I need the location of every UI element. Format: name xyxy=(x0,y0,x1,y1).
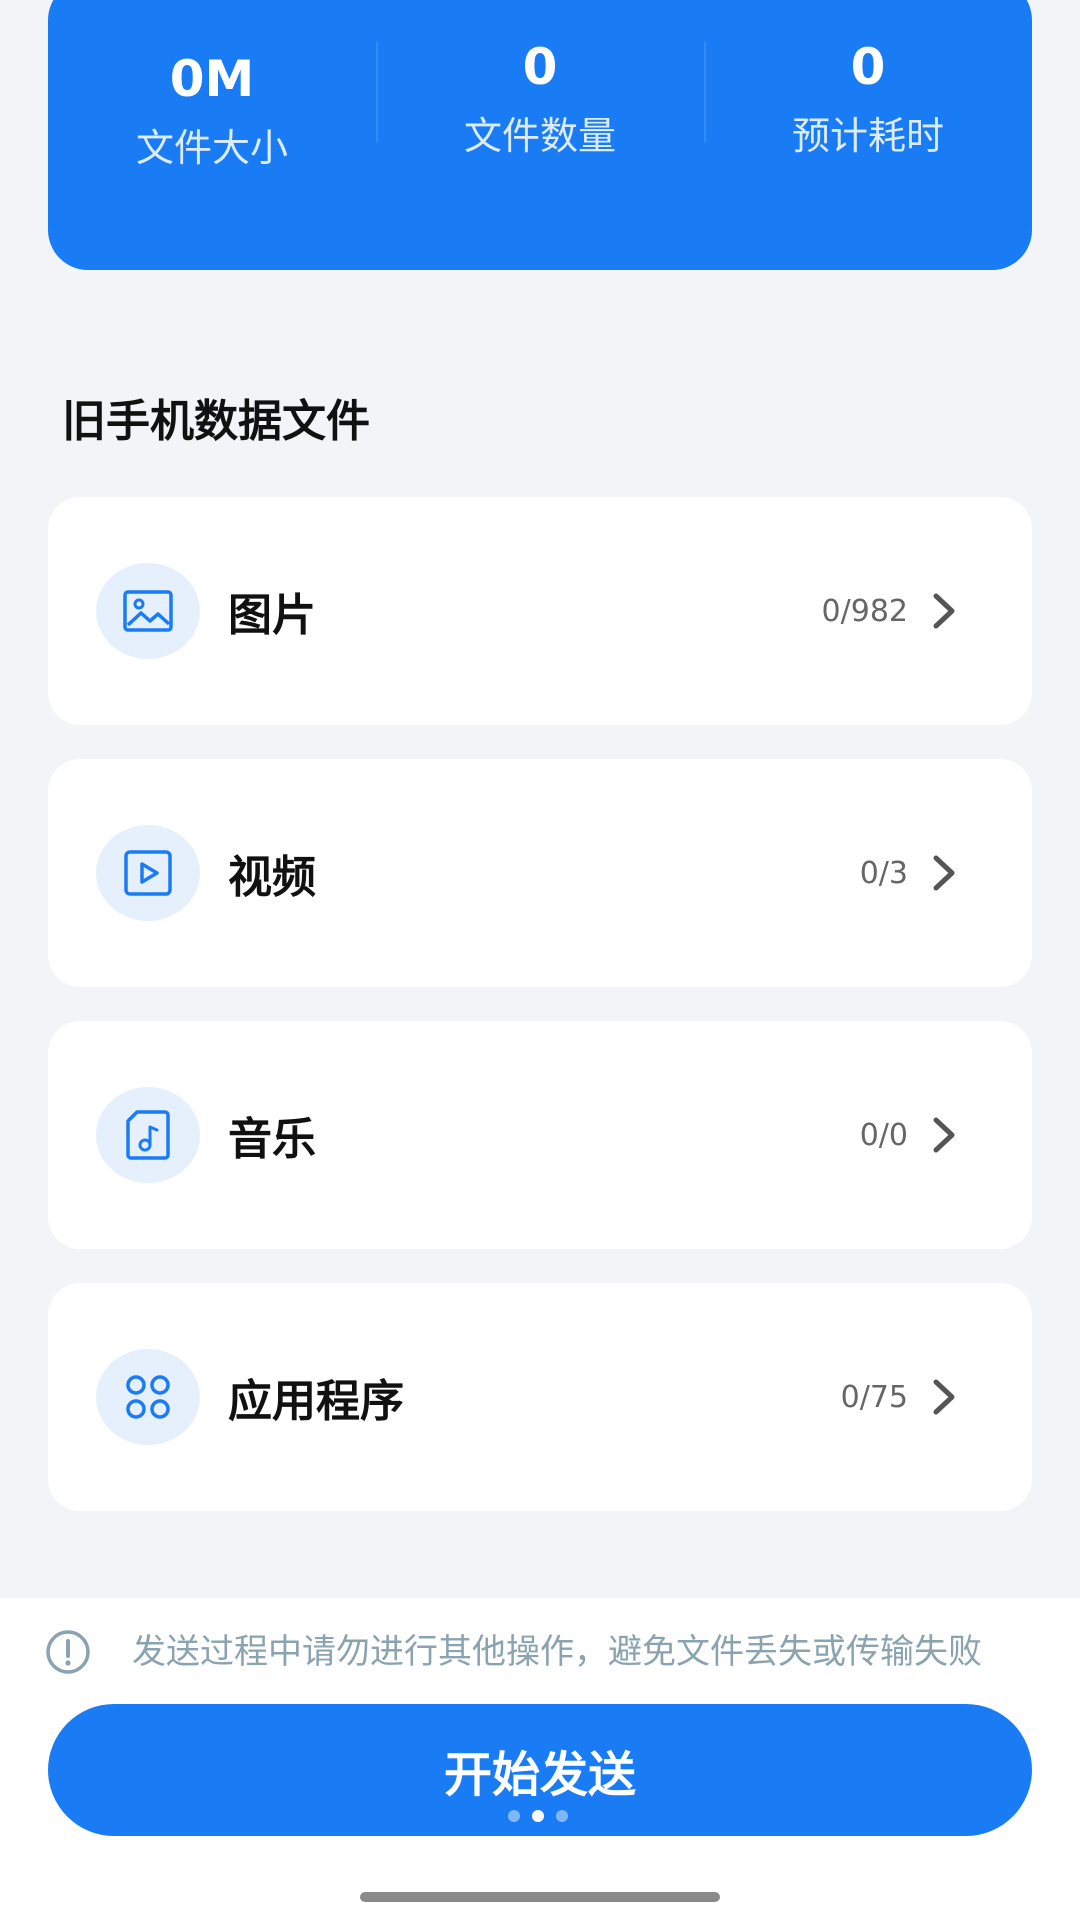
section-title: 旧手机数据文件 xyxy=(62,396,370,447)
category-label: 音乐 xyxy=(228,1114,316,1165)
category-count: 0/0 xyxy=(859,1117,908,1153)
info-icon xyxy=(46,1630,90,1674)
stat-estimated-time: 0 预计耗时 xyxy=(704,32,1032,270)
category-row-apps[interactable]: 应用程序 0/75 xyxy=(48,1283,1032,1511)
page-dot xyxy=(556,1810,568,1822)
page-dot xyxy=(508,1810,520,1822)
video-icon xyxy=(96,825,200,921)
category-row-videos[interactable]: 视频 0/3 xyxy=(48,759,1032,987)
category-list: 图片 0/982 视频 0/3 音乐 0/0 应用程序 0/75 xyxy=(48,497,1032,1545)
stat-file-count: 0 文件数量 xyxy=(376,32,704,270)
category-row-images[interactable]: 图片 0/982 xyxy=(48,497,1032,725)
transfer-notice: 发送过程中请勿进行其他操作，避免文件丢失或传输失败 xyxy=(44,1628,982,1676)
stat-value: 0 xyxy=(850,38,886,96)
chevron-right-icon xyxy=(928,1375,962,1419)
category-label: 图片 xyxy=(228,590,316,641)
stat-value: 0M xyxy=(169,50,255,108)
transfer-screen: 0M 文件大小 0 文件数量 0 预计耗时 旧手机数据文件 图片 0/982 视… xyxy=(0,0,1080,1920)
chevron-right-icon xyxy=(928,1113,962,1157)
chevron-right-icon xyxy=(928,589,962,633)
category-count: 0/75 xyxy=(840,1379,908,1415)
bottom-panel: 发送过程中请勿进行其他操作，避免文件丢失或传输失败 开始发送 xyxy=(0,1598,1080,1920)
stats-card: 0M 文件大小 0 文件数量 0 预计耗时 xyxy=(48,0,1032,270)
stat-label: 预计耗时 xyxy=(791,114,944,158)
music-file-icon xyxy=(96,1087,200,1183)
notice-text: 发送过程中请勿进行其他操作，避免文件丢失或传输失败 xyxy=(132,1632,982,1672)
stat-label: 文件大小 xyxy=(135,126,288,170)
category-count: 0/3 xyxy=(859,855,908,891)
page-indicator xyxy=(508,1810,568,1822)
category-row-music[interactable]: 音乐 0/0 xyxy=(48,1021,1032,1249)
stat-label: 文件数量 xyxy=(463,114,616,158)
category-label: 视频 xyxy=(228,852,316,903)
home-indicator-bar[interactable] xyxy=(360,1892,720,1902)
image-icon xyxy=(96,563,200,659)
stat-value: 0 xyxy=(522,38,558,96)
category-label: 应用程序 xyxy=(228,1376,404,1427)
chevron-right-icon xyxy=(928,851,962,895)
page-dot-active xyxy=(532,1810,544,1822)
apps-grid-icon xyxy=(96,1349,200,1445)
category-count: 0/982 xyxy=(821,593,908,629)
stat-file-size: 0M 文件大小 xyxy=(48,32,376,270)
